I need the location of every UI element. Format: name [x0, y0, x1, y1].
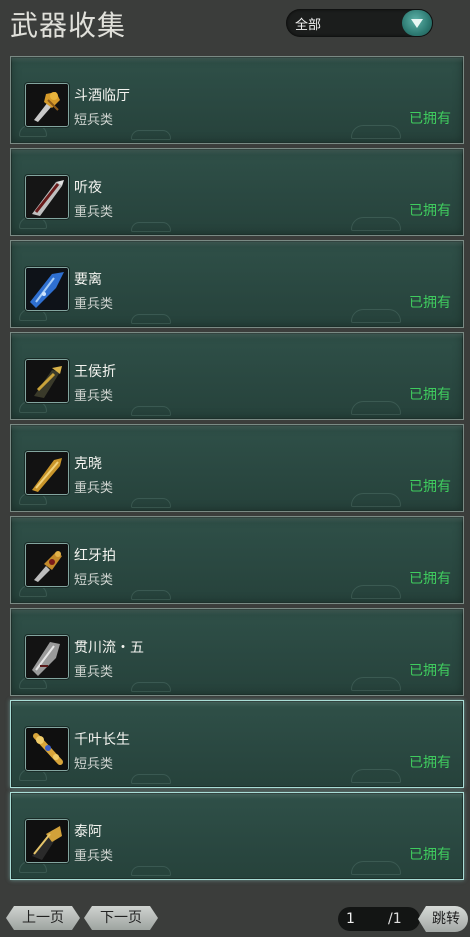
card-decoration	[351, 309, 401, 323]
pagination-bar: 上一页 下一页 1 /1 跳转	[0, 904, 470, 934]
golden-rod-icon	[25, 727, 69, 771]
owned-status: 已拥有	[409, 847, 451, 863]
prev-page-button[interactable]: 上一页	[6, 906, 80, 930]
weapon-name: 红牙拍	[74, 548, 116, 564]
weapon-card[interactable]: 要离 重兵类 已拥有	[10, 240, 464, 328]
weapon-card[interactable]: 王侯折 重兵类 已拥有	[10, 332, 464, 420]
card-decoration	[351, 585, 401, 599]
weapon-name: 听夜	[74, 180, 102, 196]
card-decoration	[131, 774, 171, 784]
weapon-name: 要离	[74, 272, 102, 288]
weapon-type: 短兵类	[74, 757, 114, 772]
weapon-card[interactable]: 克晓 重兵类 已拥有	[10, 424, 464, 512]
steel-blade-icon	[25, 635, 69, 679]
weapon-card[interactable]: 斗酒临厅 短兵类 已拥有	[10, 56, 464, 144]
page-number-field[interactable]: 1 /1	[338, 907, 420, 931]
header: 武器收集 全部	[0, 0, 470, 48]
page-title: 武器收集	[10, 9, 127, 42]
weapon-type: 重兵类	[74, 849, 114, 864]
card-decoration	[131, 498, 171, 508]
jump-button[interactable]: 跳转	[418, 906, 468, 932]
card-decoration	[351, 217, 401, 231]
weapon-type: 重兵类	[74, 665, 114, 680]
golden-dagger-icon	[25, 83, 69, 127]
owned-status: 已拥有	[409, 479, 451, 495]
category-filter-dropdown[interactable]: 全部	[286, 9, 433, 37]
card-decoration	[131, 406, 171, 416]
card-decoration	[131, 314, 171, 324]
owned-status: 已拥有	[409, 203, 451, 219]
black-gold-blade-icon	[25, 819, 69, 863]
weapon-list: 斗酒临厅 短兵类 已拥有 听夜 重兵类 已拥有 要离 重兵类 已拥有 王侯折 重…	[10, 56, 464, 884]
weapon-card[interactable]: 红牙拍 短兵类 已拥有	[10, 516, 464, 604]
card-decoration	[131, 682, 171, 692]
weapon-name: 贯川流・五	[74, 640, 144, 656]
weapon-type: 短兵类	[74, 573, 114, 588]
owned-status: 已拥有	[409, 387, 451, 403]
weapon-type: 重兵类	[74, 481, 114, 496]
weapon-card[interactable]: 听夜 重兵类 已拥有	[10, 148, 464, 236]
filter-value: 全部	[295, 18, 322, 33]
next-page-button[interactable]: 下一页	[84, 906, 158, 930]
weapon-type: 重兵类	[74, 205, 114, 220]
card-decoration	[131, 130, 171, 140]
weapon-card[interactable]: 泰阿 重兵类 已拥有	[10, 792, 464, 880]
silver-blade-icon	[25, 175, 69, 219]
owned-status: 已拥有	[409, 571, 451, 587]
page-total: /1	[388, 911, 402, 927]
owned-status: 已拥有	[409, 295, 451, 311]
weapon-card[interactable]: 千叶长生 短兵类 已拥有	[10, 700, 464, 788]
weapon-name: 千叶长生	[74, 732, 130, 748]
card-decoration	[131, 590, 171, 600]
dark-gold-blade-icon	[25, 359, 69, 403]
gold-blade-icon	[25, 451, 69, 495]
card-decoration	[351, 401, 401, 415]
owned-status: 已拥有	[409, 663, 451, 679]
card-decoration	[351, 125, 401, 139]
weapon-card[interactable]: 贯川流・五 重兵类 已拥有	[10, 608, 464, 696]
chevron-down-icon[interactable]	[402, 10, 432, 36]
weapon-name: 斗酒临厅	[74, 88, 130, 104]
ornate-dagger-icon	[25, 543, 69, 587]
weapon-type: 重兵类	[74, 297, 114, 312]
card-decoration	[131, 866, 171, 876]
weapon-name: 泰阿	[74, 824, 102, 840]
card-decoration	[351, 769, 401, 783]
owned-status: 已拥有	[409, 111, 451, 127]
owned-status: 已拥有	[409, 755, 451, 771]
blue-blade-icon	[25, 267, 69, 311]
card-decoration	[351, 493, 401, 507]
weapon-type: 短兵类	[74, 113, 114, 128]
page-input[interactable]: 1	[346, 911, 355, 927]
card-decoration	[131, 222, 171, 232]
card-decoration	[351, 861, 401, 875]
weapon-name: 克晓	[74, 456, 102, 472]
weapon-name: 王侯折	[74, 364, 116, 380]
card-decoration	[351, 677, 401, 691]
weapon-type: 重兵类	[74, 389, 114, 404]
